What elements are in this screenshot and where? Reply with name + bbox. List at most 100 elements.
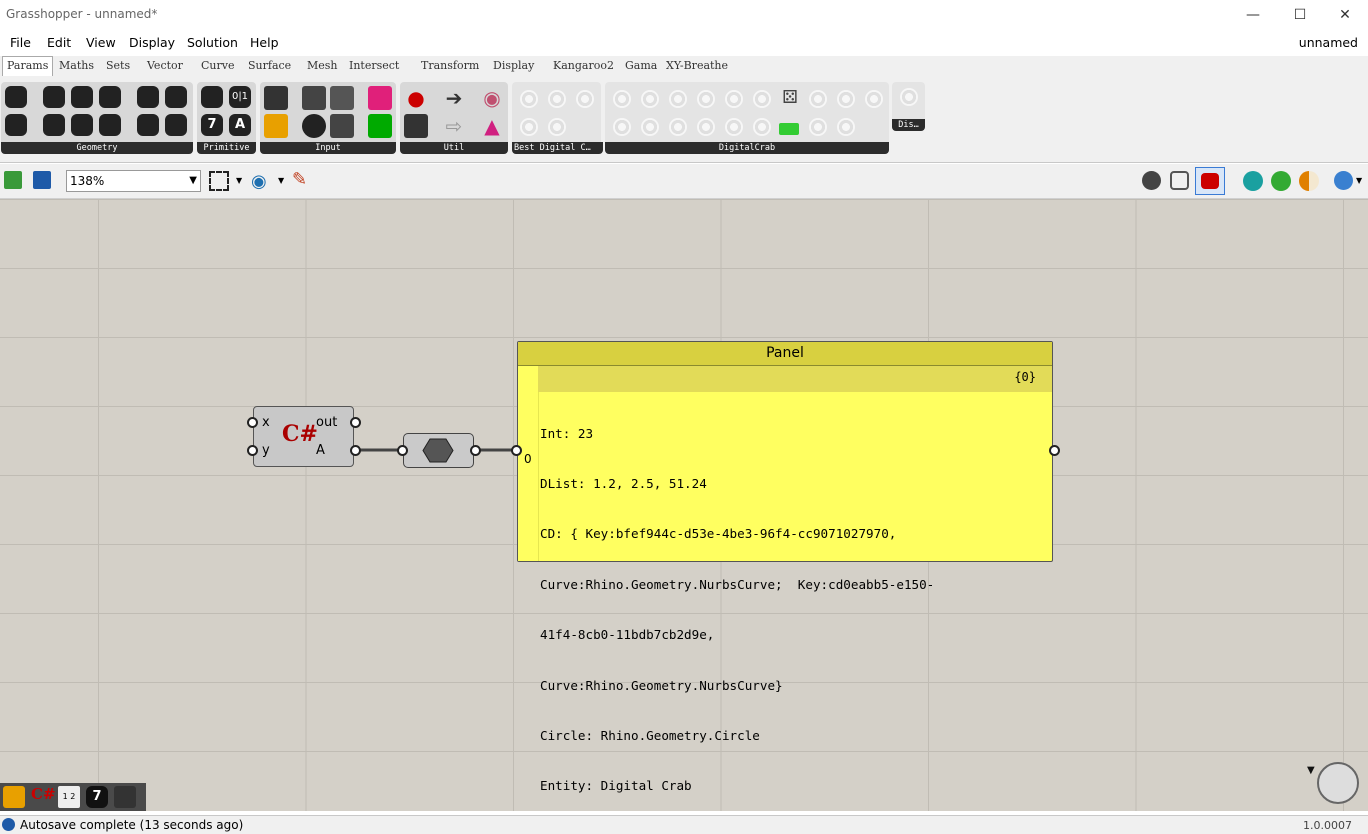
- csharp-icon[interactable]: C#: [31, 785, 56, 807]
- tab-transform[interactable]: Transform: [421, 59, 479, 72]
- vector-param-icon[interactable]: [99, 114, 121, 136]
- menu-edit[interactable]: Edit: [47, 35, 71, 50]
- output-grip[interactable]: [350, 417, 361, 428]
- sketch-pen-icon[interactable]: ✎: [292, 169, 307, 190]
- material-preview-icon[interactable]: [1299, 171, 1319, 191]
- placeholder-icon[interactable]: [837, 118, 855, 136]
- open-file-icon[interactable]: [4, 171, 22, 189]
- placeholder-icon[interactable]: [520, 90, 538, 108]
- path-param-icon[interactable]: [201, 86, 223, 108]
- placeholder-icon[interactable]: [641, 90, 659, 108]
- panel-component[interactable]: Panel {0} 0 Int: 23 DList: 1.2, 2.5, 51.…: [511, 341, 1060, 793]
- point-param-icon[interactable]: [71, 114, 93, 136]
- input-grip[interactable]: [511, 445, 522, 456]
- tab-maths[interactable]: Maths: [59, 59, 94, 72]
- surface-param-icon[interactable]: [99, 86, 121, 108]
- placeholder-icon[interactable]: [520, 118, 538, 136]
- panel-text[interactable]: Int: 23 DList: 1.2, 2.5, 51.24 CD: { Key…: [540, 392, 1040, 829]
- toggle-icon[interactable]: [302, 86, 326, 110]
- flask-icon[interactable]: ▲: [480, 114, 504, 138]
- boolean-param-icon[interactable]: 0|1: [229, 86, 251, 108]
- grasshopper-canvas[interactable]: x y out A C# Panel {0} 0 Int: 23 DList: …: [0, 199, 1368, 811]
- csharp-script-component[interactable]: x y out A C#: [247, 406, 361, 467]
- cluster-icon[interactable]: [404, 114, 428, 138]
- placeholder-icon[interactable]: [548, 90, 566, 108]
- placeholder-icon[interactable]: [753, 90, 771, 108]
- output-grip[interactable]: [470, 445, 481, 456]
- plane-param-icon[interactable]: [43, 114, 65, 136]
- tab-curve[interactable]: Curve: [201, 59, 234, 72]
- internalise-icon[interactable]: [264, 86, 288, 110]
- input-grip[interactable]: [397, 445, 408, 456]
- tab-surface[interactable]: Surface: [248, 59, 291, 72]
- chevron-down-icon[interactable]: ▼: [1356, 176, 1362, 185]
- document-preview-icon[interactable]: [1243, 171, 1263, 191]
- tab-intersect[interactable]: Intersect: [349, 59, 399, 72]
- button-icon[interactable]: [302, 114, 326, 138]
- chevron-down-icon[interactable]: ▼: [236, 176, 242, 185]
- mesh-settings-icon[interactable]: [1334, 171, 1353, 190]
- save-file-icon[interactable]: [33, 171, 51, 189]
- tab-kangaroo2[interactable]: Kangaroo2: [553, 59, 614, 72]
- jump-arrow-icon[interactable]: ⇨: [442, 114, 466, 138]
- tab-gama[interactable]: Gama: [625, 59, 657, 72]
- value-list-icon[interactable]: [330, 114, 354, 138]
- placeholder-icon[interactable]: [697, 118, 715, 136]
- placeholder-icon[interactable]: [865, 90, 883, 108]
- menu-solution[interactable]: Solution: [187, 35, 238, 50]
- pin-icon[interactable]: ▼: [1307, 765, 1315, 776]
- dice-icon[interactable]: ⚄: [778, 87, 802, 111]
- relay-component[interactable]: [397, 433, 481, 468]
- tab-vector[interactable]: Vector: [147, 59, 183, 72]
- output-grip[interactable]: [1049, 445, 1060, 456]
- menu-help[interactable]: Help: [250, 35, 279, 50]
- placeholder-icon[interactable]: [753, 118, 771, 136]
- output-out[interactable]: out: [316, 415, 337, 430]
- tag-icon[interactable]: [779, 123, 799, 135]
- placeholder-icon[interactable]: [613, 118, 631, 136]
- placeholder-icon[interactable]: [669, 90, 687, 108]
- zoom-dropdown[interactable]: 138% ▼: [66, 170, 201, 192]
- chevron-down-icon[interactable]: ▼: [278, 176, 284, 185]
- tab-params[interactable]: Params: [2, 56, 54, 77]
- preview-shaded-button[interactable]: [1195, 167, 1225, 195]
- menu-file[interactable]: File: [10, 35, 31, 50]
- placeholder-icon[interactable]: [697, 90, 715, 108]
- placeholder-icon[interactable]: [809, 118, 827, 136]
- relay-arrow-icon[interactable]: ➔: [442, 86, 466, 110]
- tab-sets[interactable]: Sets: [106, 59, 130, 72]
- selected-preview-icon[interactable]: [1271, 171, 1291, 191]
- box-param-icon[interactable]: [137, 86, 159, 108]
- menu-display[interactable]: Display: [129, 35, 175, 50]
- tab-display[interactable]: Display: [493, 59, 534, 72]
- placeholder-icon[interactable]: [576, 90, 594, 108]
- text-param-icon[interactable]: A: [229, 114, 251, 136]
- graph-mapper-icon[interactable]: [264, 114, 288, 138]
- placeholder-icon[interactable]: [641, 118, 659, 136]
- data-dam-icon[interactable]: ◉: [480, 86, 504, 110]
- internalise-icon[interactable]: [114, 786, 136, 808]
- placeholder-icon[interactable]: [900, 88, 918, 106]
- tab-mesh[interactable]: Mesh: [307, 59, 338, 72]
- output-grip[interactable]: [350, 445, 361, 456]
- placeholder-icon[interactable]: [725, 90, 743, 108]
- input-grip[interactable]: [247, 445, 258, 456]
- placeholder-icon[interactable]: [725, 118, 743, 136]
- colour-swatch-icon[interactable]: [368, 86, 392, 110]
- graph-icon[interactable]: [3, 786, 25, 808]
- minimize-button[interactable]: —: [1230, 0, 1276, 30]
- cherry-icon[interactable]: ●: [404, 86, 428, 110]
- eye-preview-icon[interactable]: ◉: [251, 171, 267, 192]
- input-x[interactable]: x: [262, 415, 270, 430]
- input-grip[interactable]: [247, 417, 258, 428]
- integer-param-icon[interactable]: 7: [201, 114, 223, 136]
- curve-param-icon[interactable]: [71, 86, 93, 108]
- line-param-icon[interactable]: [5, 114, 27, 136]
- placeholder-icon[interactable]: [837, 90, 855, 108]
- placeholder-icon[interactable]: [613, 90, 631, 108]
- gradient-icon[interactable]: [368, 114, 392, 138]
- maximize-button[interactable]: ☐: [1277, 0, 1323, 30]
- geometry-param-icon[interactable]: [5, 86, 27, 108]
- close-button[interactable]: ✕: [1322, 0, 1368, 30]
- brep-param-icon[interactable]: [137, 114, 159, 136]
